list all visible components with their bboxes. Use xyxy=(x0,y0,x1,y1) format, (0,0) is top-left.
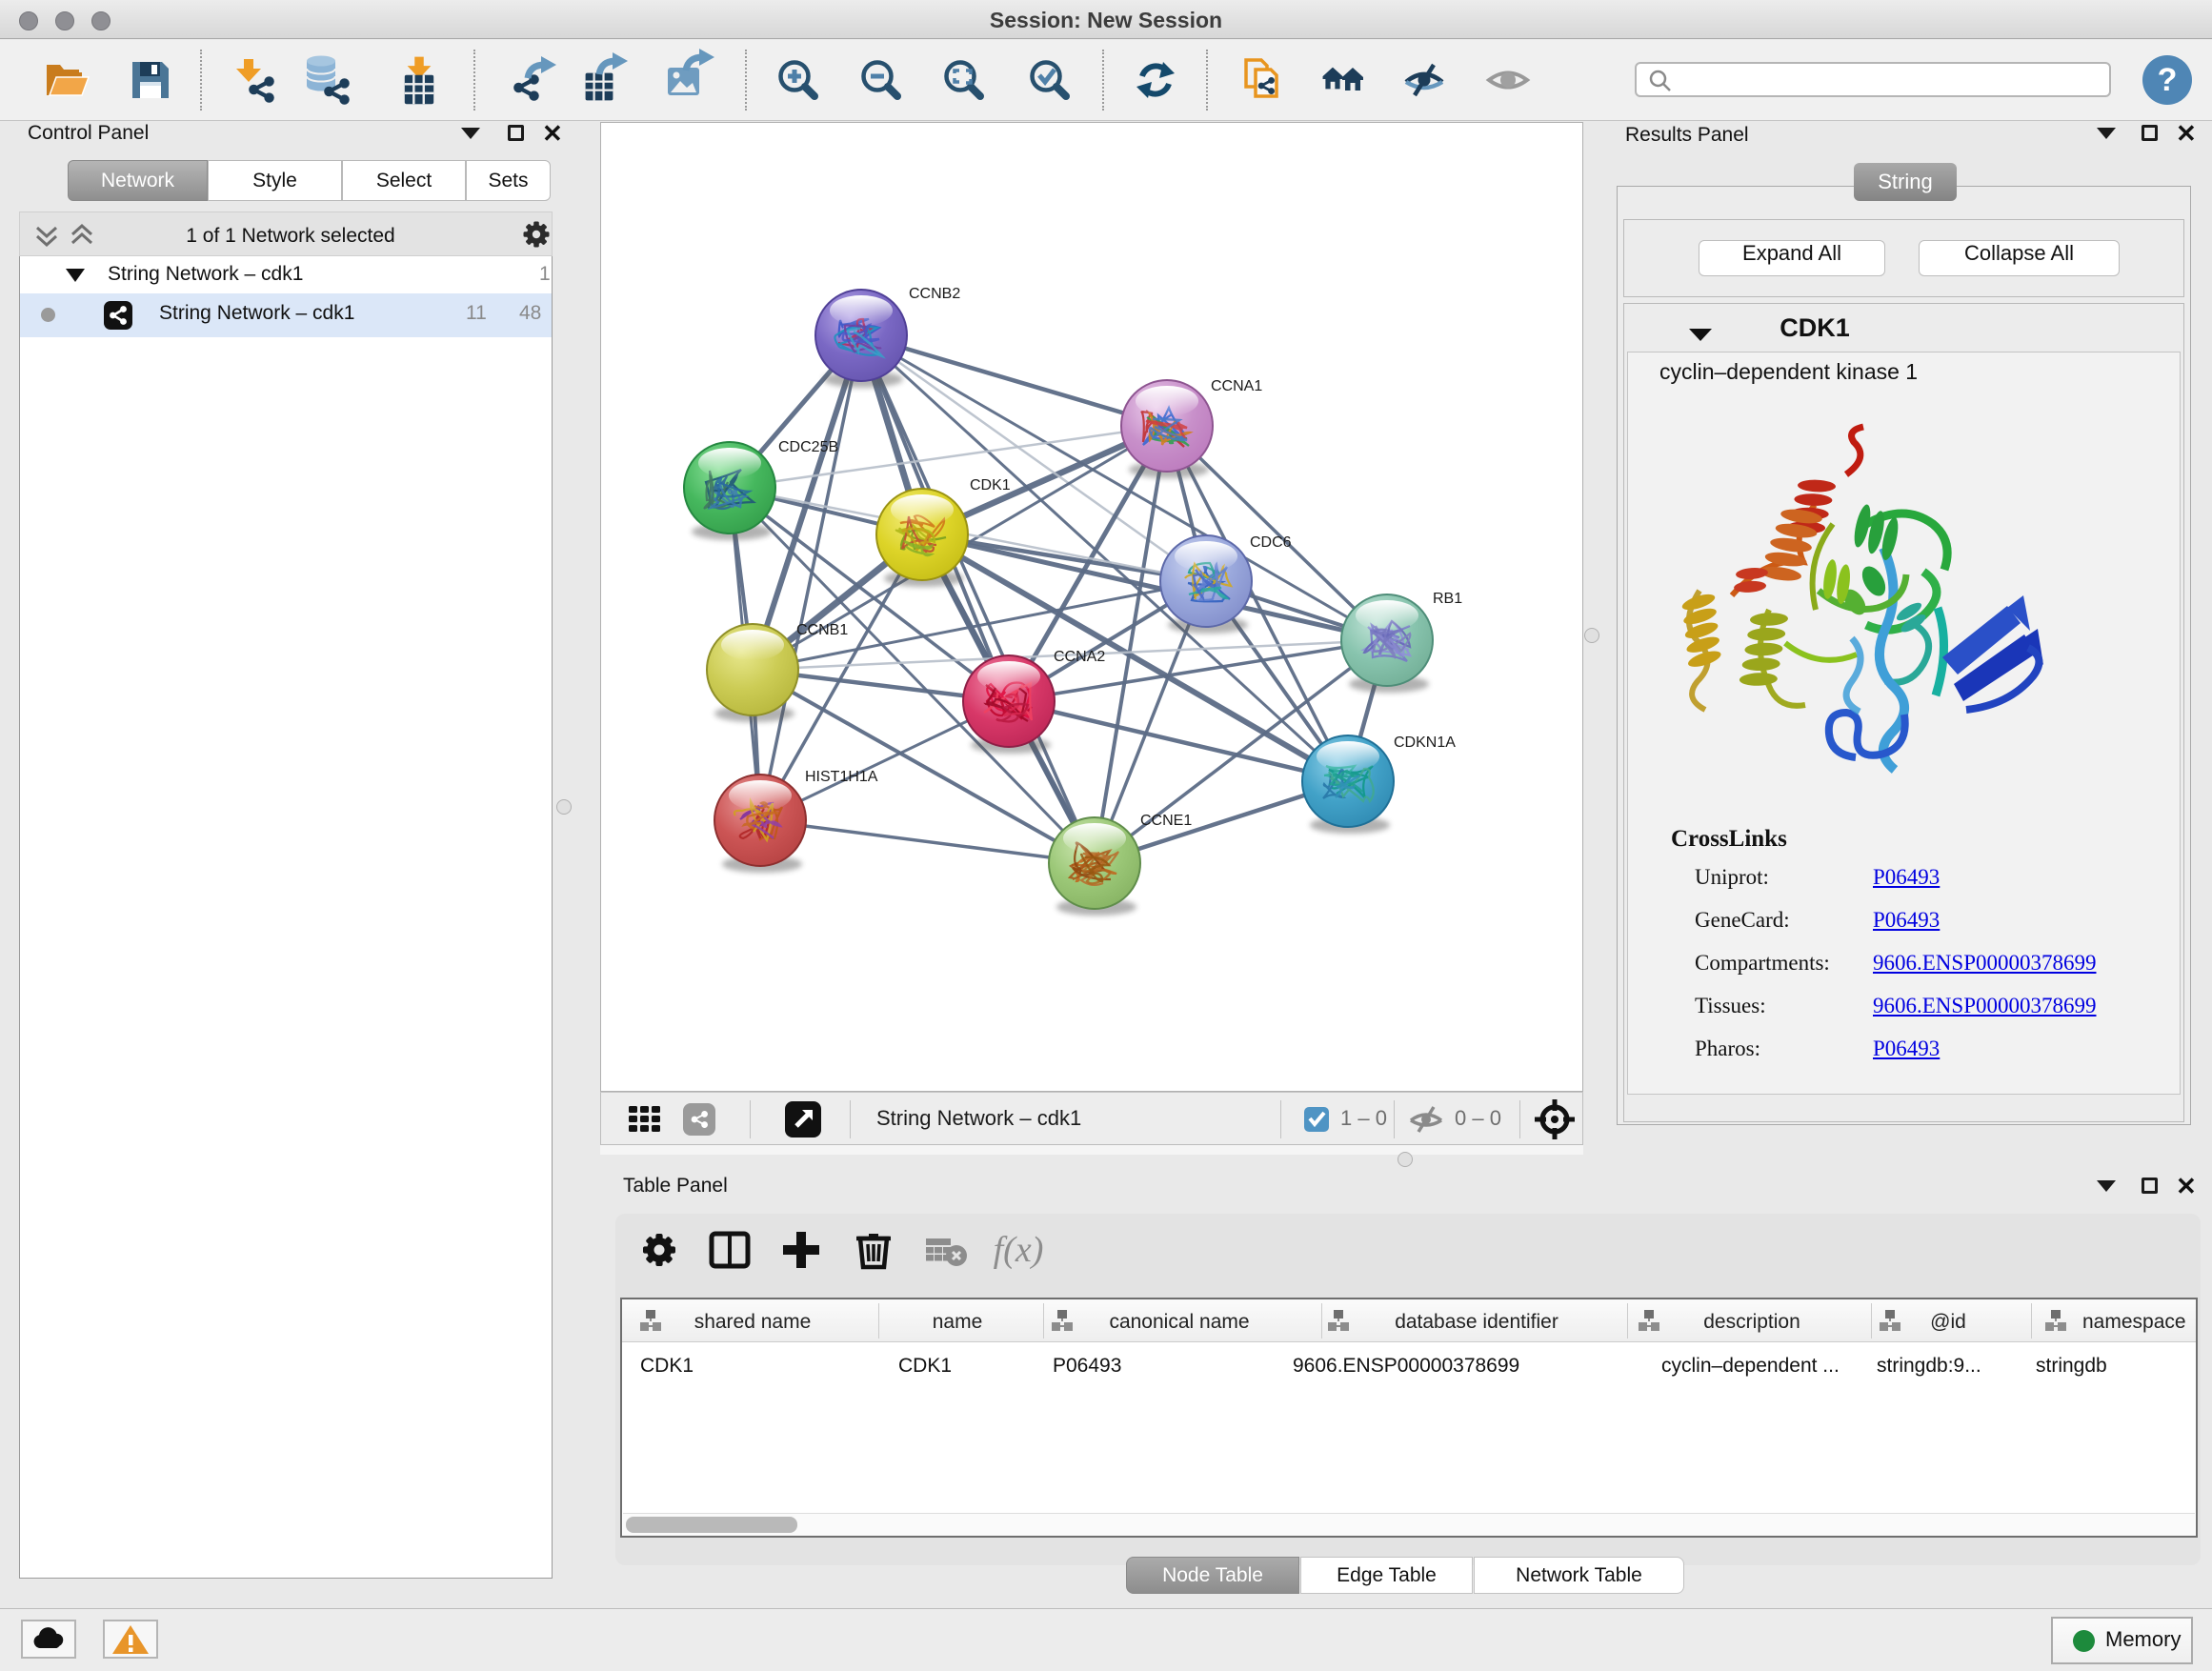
svg-text:canonical name: canonical name xyxy=(1109,1311,1249,1333)
svg-text:CDKN1A: CDKN1A xyxy=(1394,735,1456,751)
svg-text:CCNB2: CCNB2 xyxy=(909,286,960,302)
svg-text:namespace: namespace xyxy=(2082,1311,2186,1333)
svg-text:database identifier: database identifier xyxy=(1395,1311,1558,1333)
svg-text:shared name: shared name xyxy=(694,1311,812,1333)
svg-text:RB1: RB1 xyxy=(1433,591,1462,607)
svg-text:name: name xyxy=(933,1311,983,1333)
svg-text:description: description xyxy=(1703,1311,1800,1333)
svg-text:1 of 1 Network selected: 1 of 1 Network selected xyxy=(186,225,394,247)
svg-text:CCNA1: CCNA1 xyxy=(1211,378,1262,394)
svg-text:@id: @id xyxy=(1930,1311,1966,1333)
svg-text:CCNA2: CCNA2 xyxy=(1054,649,1105,665)
svg-text:CDK1: CDK1 xyxy=(970,477,1011,493)
svg-text:CCNB1: CCNB1 xyxy=(796,622,848,638)
svg-text:CDC25B: CDC25B xyxy=(778,439,838,455)
svg-text:f(x): f(x) xyxy=(994,1230,1044,1270)
svg-text:CCNE1: CCNE1 xyxy=(1140,813,1192,829)
svg-text:CDC6: CDC6 xyxy=(1250,534,1292,551)
svg-text:HIST1H1A: HIST1H1A xyxy=(805,769,878,785)
svg-text:?: ? xyxy=(2158,62,2178,98)
